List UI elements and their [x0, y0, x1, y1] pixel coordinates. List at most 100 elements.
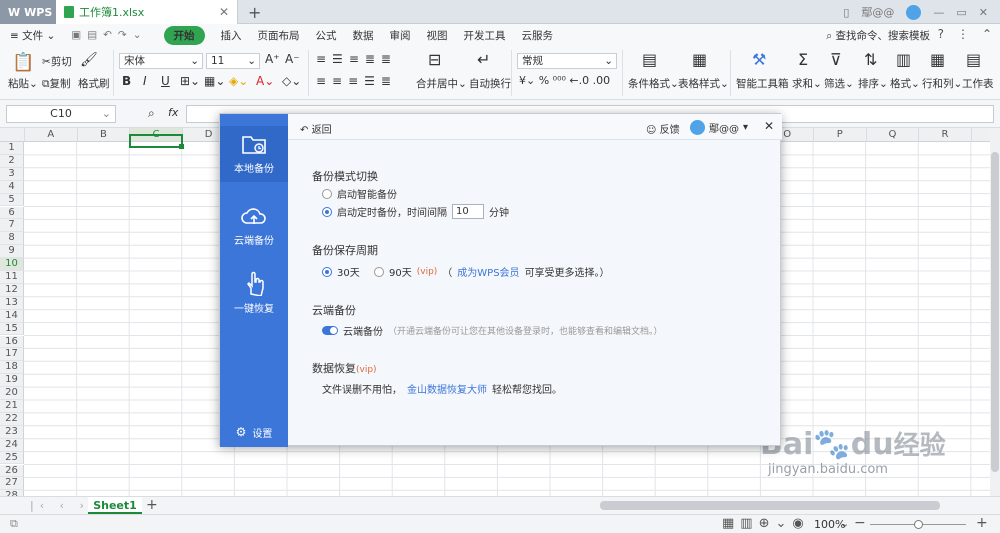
conditional-format-icon[interactable]: ▤	[642, 50, 657, 69]
column-header-r[interactable]: R	[919, 128, 972, 142]
cell-style-icon[interactable]: ▦⌄	[204, 74, 225, 88]
zoom-search-icon[interactable]: ⌕	[148, 106, 155, 121]
number-format-icons[interactable]: ¥⌄ % ⁰⁰⁰ ←.0 .00	[519, 74, 610, 87]
row-header-22[interactable]: 22	[0, 412, 24, 426]
row-header-16[interactable]: 16	[0, 335, 24, 349]
wps-home-tab[interactable]: W WPS	[0, 0, 56, 24]
selected-cell-c10[interactable]	[129, 134, 184, 149]
row-header-26[interactable]: 26	[0, 464, 24, 478]
help-icon[interactable]: ?	[938, 27, 944, 41]
table-style-icon[interactable]: ▦	[692, 50, 707, 69]
format-painter-icon[interactable]: 🖌	[80, 52, 98, 68]
command-search[interactable]: ⌕ 查找命令、搜索模板	[826, 28, 930, 43]
row-header-4[interactable]: 4	[0, 180, 24, 194]
tab-page-layout[interactable]: 页面布局	[258, 28, 300, 43]
back-button[interactable]: ↶ 返回	[300, 121, 332, 136]
tab-review[interactable]: 审阅	[390, 28, 411, 43]
macro-icon[interactable]: ⧉	[10, 517, 18, 531]
smart-backup-option[interactable]: 启动智能备份	[322, 186, 397, 201]
zoom-slider-handle[interactable]	[914, 520, 923, 529]
restore-icon[interactable]: ▭	[956, 6, 966, 19]
column-header-a[interactable]: A	[25, 128, 78, 142]
increase-font-icon[interactable]: A⁺	[265, 52, 280, 66]
tab-data[interactable]: 数据	[353, 28, 374, 43]
new-tab-button[interactable]: +	[248, 3, 261, 22]
feedback-button[interactable]: ☺ 反馈	[646, 121, 680, 136]
row-header-17[interactable]: 17	[0, 348, 24, 362]
retention-30-radio[interactable]	[322, 266, 332, 277]
row-header-7[interactable]: 7	[0, 219, 24, 233]
row-header-15[interactable]: 15	[0, 322, 24, 336]
merge-center-button[interactable]: 合并居中⌄	[416, 76, 467, 91]
row-header-11[interactable]: 11	[0, 271, 24, 284]
align-bottom-row-icons[interactable]: ≡≡≡☰≣	[316, 74, 397, 88]
wrap-text-button[interactable]: 自动换行	[469, 76, 511, 91]
select-all-corner[interactable]	[0, 128, 25, 142]
sheet-tab-sheet1[interactable]: Sheet1	[88, 497, 142, 514]
smart-toolbox-icon[interactable]: ⚒	[752, 50, 766, 69]
column-header-p[interactable]: P	[814, 128, 867, 142]
more-icon[interactable]: ⋮	[957, 27, 969, 41]
clear-icon[interactable]: ◇⌄	[282, 74, 301, 88]
row-header-10[interactable]: 10	[0, 258, 24, 271]
zoom-in-icon[interactable]: +	[976, 515, 988, 531]
row-header-9[interactable]: 9	[0, 245, 24, 259]
number-format-select[interactable]: 常规 ⌄	[517, 53, 617, 69]
row-header-23[interactable]: 23	[0, 425, 24, 439]
format-button[interactable]: 格式⌄	[890, 76, 920, 91]
row-header-24[interactable]: 24	[0, 438, 24, 452]
cut-button[interactable]: ✂剪切	[42, 54, 72, 69]
decrease-font-icon[interactable]: A⁻	[285, 52, 300, 66]
minimize-icon[interactable]: —	[933, 6, 944, 19]
data-recovery-link[interactable]: 金山数据恢复大师	[407, 381, 487, 396]
row-header-8[interactable]: 8	[0, 232, 24, 246]
conditional-format-button[interactable]: 条件格式⌄	[628, 76, 679, 91]
zoom-dropdown-icon[interactable]: ⌄	[840, 517, 849, 530]
tab-insert[interactable]: 插入	[221, 28, 242, 43]
tab-view[interactable]: 视图	[427, 28, 448, 43]
filter-button[interactable]: 筛选⌄	[824, 76, 854, 91]
align-top-row-icons[interactable]: ≡☰≡≣≣	[316, 52, 397, 66]
timed-backup-option[interactable]: 启动定时备份，时间间隔 10 分钟	[322, 204, 509, 219]
name-box[interactable]: C10 ⌄	[6, 105, 116, 123]
dialog-user-menu[interactable]: 鄢@@ ▾	[690, 120, 748, 135]
sort-button[interactable]: 排序⌄	[858, 76, 888, 91]
interval-input[interactable]: 10	[452, 204, 484, 219]
user-name[interactable]: 鄢@@	[861, 4, 894, 20]
filter-icon[interactable]: ⊽	[830, 50, 842, 69]
sum-button[interactable]: 求和⌄	[792, 76, 822, 91]
underline-icon[interactable]: U	[161, 74, 170, 88]
sidebar-item-cloud-backup[interactable]: 云端备份	[220, 198, 288, 254]
row-header-27[interactable]: 27	[0, 477, 24, 491]
row-header-14[interactable]: 14	[0, 309, 24, 323]
sidebar-item-settings[interactable]: ⚙ 设置	[220, 424, 288, 440]
sidebar-item-one-click-restore[interactable]: 一键恢复	[220, 264, 288, 320]
fill-color-icon[interactable]: ◈⌄	[229, 74, 248, 88]
menu-file[interactable]: ≡ 文件 ⌄	[10, 28, 55, 43]
italic-icon[interactable]: I	[143, 74, 147, 88]
add-sheet-button[interactable]: +	[146, 497, 158, 513]
row-header-2[interactable]: 2	[0, 154, 24, 168]
quick-access-icons[interactable]: ▣▤↶↷⌄	[71, 29, 147, 41]
tab-start[interactable]: 开始	[163, 25, 205, 45]
file-tab[interactable]: 工作簿1.xlsx ✕	[56, 0, 238, 24]
bold-icon[interactable]: B	[122, 74, 131, 88]
avatar[interactable]	[906, 4, 922, 20]
row-col-icon[interactable]: ▦	[930, 50, 945, 69]
become-member-link[interactable]: 成为WPS会员	[457, 264, 519, 279]
row-header-5[interactable]: 5	[0, 193, 24, 207]
row-col-button[interactable]: 行和列⌄	[922, 76, 962, 91]
collapse-ribbon-icon[interactable]: ⌃	[982, 27, 992, 41]
format-painter-button[interactable]: 格式刷	[78, 76, 110, 91]
column-header-q[interactable]: Q	[866, 128, 920, 142]
row-header-1[interactable]: 1	[0, 142, 24, 155]
cloud-backup-option[interactable]: 云端备份 （开通云端备份可让您在其他设备登录时，也能够查看和编辑文档。）	[322, 323, 663, 338]
retention-90-option[interactable]: 90天 (vip) （ 成为WPS会员 可享受更多选择。）	[374, 264, 610, 279]
close-tab-icon[interactable]: ✕	[219, 5, 229, 19]
retention-30-option[interactable]: 30天	[322, 264, 360, 279]
font-size-select[interactable]: 11 ⌄	[206, 53, 260, 69]
font-color-icon[interactable]: A⌄	[256, 74, 274, 88]
paste-icon[interactable]: 📋	[12, 52, 34, 73]
timed-backup-radio[interactable]	[322, 206, 332, 217]
copy-button[interactable]: ⧉复制	[42, 76, 71, 91]
